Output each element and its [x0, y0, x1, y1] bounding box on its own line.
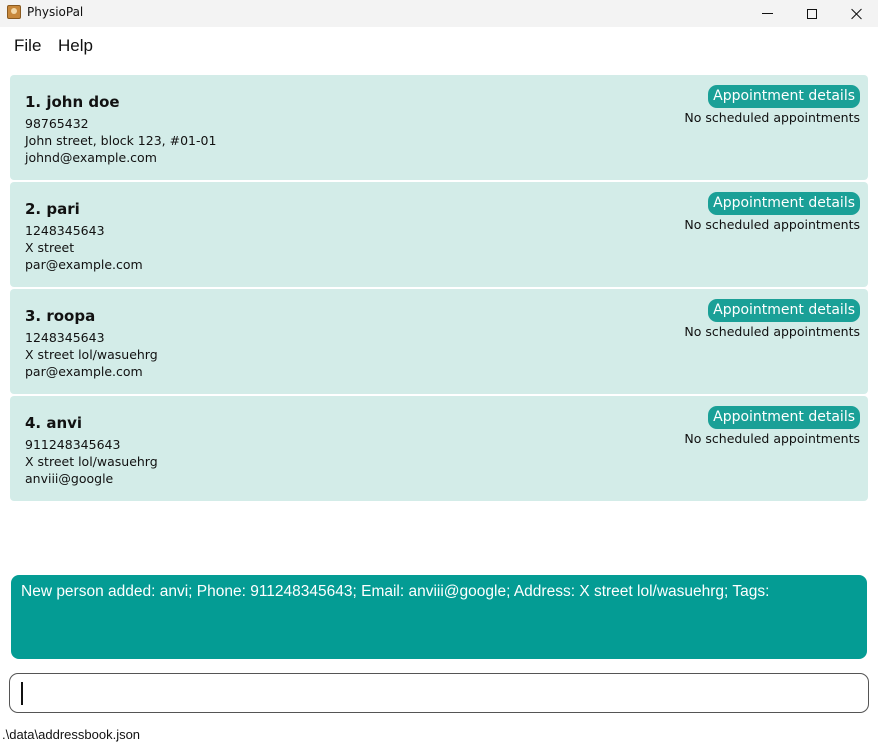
- person-email: johnd@example.com: [25, 150, 157, 165]
- menu-file[interactable]: File: [14, 36, 41, 56]
- appointment-details-button[interactable]: Appointment details: [708, 299, 860, 322]
- person-phone: 1248345643: [25, 223, 105, 238]
- person-phone: 98765432: [25, 116, 89, 131]
- window-title: PhysioPal: [27, 5, 84, 19]
- person-address: John street, block 123, #01-01: [25, 133, 217, 148]
- person-card[interactable]: 3. roopa 1248345643 X street lol/wasuehr…: [10, 289, 868, 394]
- title-bar[interactable]: PhysioPal: [0, 0, 878, 27]
- person-address: X street lol/wasuehrg: [25, 454, 158, 469]
- person-name: 2. pari: [25, 200, 80, 218]
- app-icon: [7, 5, 21, 19]
- person-email: anviii@google: [25, 471, 114, 486]
- person-name: 1. john doe: [25, 93, 120, 111]
- appointment-status: No scheduled appointments: [684, 431, 860, 446]
- person-email: par@example.com: [25, 364, 143, 379]
- menu-bar: File Help: [0, 28, 878, 64]
- person-card[interactable]: 4. anvi 911248345643 X street lol/wasueh…: [10, 396, 868, 501]
- close-button[interactable]: [834, 0, 878, 27]
- person-card[interactable]: 2. pari 1248345643 X street par@example.…: [10, 182, 868, 287]
- maximize-icon: [807, 8, 817, 19]
- text-caret: [21, 682, 23, 705]
- person-address: X street lol/wasuehrg: [25, 347, 158, 362]
- person-address: X street: [25, 240, 75, 255]
- person-card[interactable]: 1. john doe 98765432 John street, block …: [10, 75, 868, 180]
- person-phone: 911248345643: [25, 437, 121, 452]
- appointment-details-button[interactable]: Appointment details: [708, 85, 860, 108]
- person-name: 4. anvi: [25, 414, 83, 432]
- appointment-details-button[interactable]: Appointment details: [708, 192, 860, 215]
- save-file-path: .\data\addressbook.json: [2, 727, 141, 742]
- appointment-status: No scheduled appointments: [684, 110, 860, 125]
- person-phone: 1248345643: [25, 330, 105, 345]
- maximize-button[interactable]: [789, 0, 835, 27]
- minimize-button[interactable]: [744, 0, 790, 27]
- appointment-status: No scheduled appointments: [684, 217, 860, 232]
- person-email: par@example.com: [25, 257, 143, 272]
- result-display: New person added: anvi; Phone: 911248345…: [11, 575, 867, 659]
- menu-help[interactable]: Help: [58, 36, 93, 56]
- person-list[interactable]: 1. john doe 98765432 John street, block …: [10, 75, 868, 503]
- appointment-details-button[interactable]: Appointment details: [708, 406, 860, 429]
- command-input[interactable]: [9, 673, 869, 713]
- minimize-icon: [761, 13, 773, 14]
- person-name: 3. roopa: [25, 307, 96, 325]
- close-icon: [851, 8, 863, 20]
- result-message: New person added: anvi; Phone: 911248345…: [21, 583, 770, 600]
- appointment-status: No scheduled appointments: [684, 324, 860, 339]
- app-window: PhysioPal File Help 1. john doe 98765432…: [0, 0, 878, 746]
